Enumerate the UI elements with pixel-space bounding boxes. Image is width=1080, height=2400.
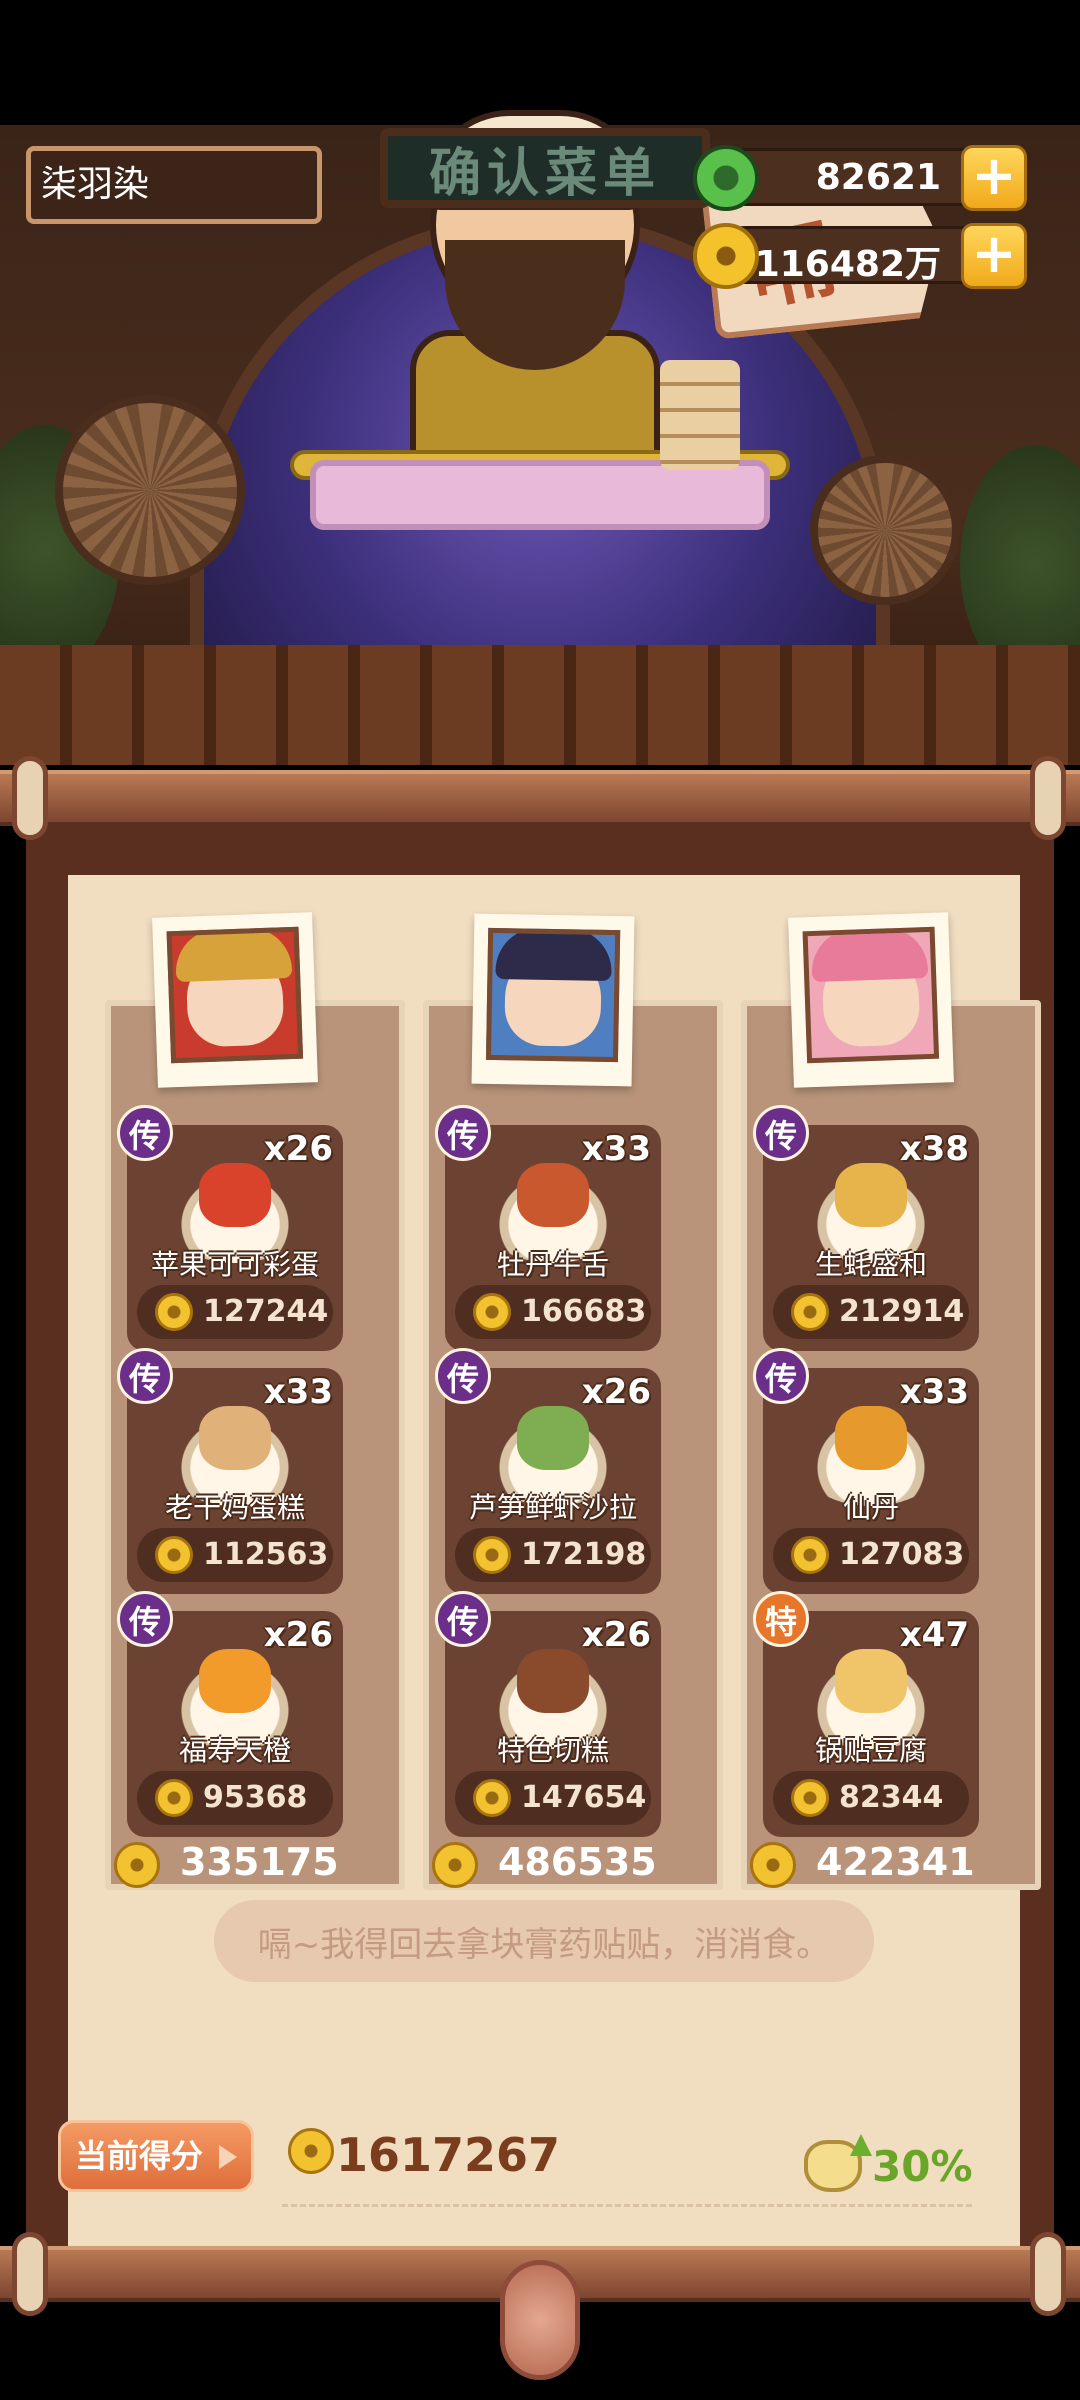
coin-icon: [473, 1779, 511, 1817]
dish-price: 172198: [521, 1537, 647, 1572]
status-bar: [0, 0, 1080, 125]
column-total-value: 422341: [816, 1840, 975, 1884]
current-score-value: 1617267: [336, 2128, 561, 2182]
coin-icon: [791, 1536, 829, 1574]
rarity-badge: 传: [117, 1591, 173, 1647]
dish-quantity: x33: [899, 1372, 969, 1412]
chef-portrait: [471, 913, 635, 1087]
column-total: 486535: [432, 1836, 692, 1892]
dish-name: 特色切糕: [496, 1734, 609, 1767]
wooden-railing: [0, 645, 1080, 765]
gold-coin-icon: [693, 223, 759, 289]
rarity-badge: 特: [753, 1591, 809, 1647]
dish-card[interactable]: 传 x26 苹果可可彩蛋 127244: [117, 1105, 343, 1351]
column-total: 422341: [750, 1836, 1010, 1892]
dining-table: [290, 450, 790, 580]
coin-icon: [791, 1779, 829, 1817]
rarity-badge: 传: [117, 1105, 173, 1161]
bonus-percent: 30%: [872, 2142, 973, 2191]
dish-card[interactable]: 传 x26 特色切糕 147654: [435, 1591, 661, 1837]
coin-icon: [432, 1842, 478, 1888]
rarity-badge: 传: [753, 1348, 809, 1404]
current-score-label: 当前得分: [58, 2120, 254, 2192]
coin-icon: [155, 1779, 193, 1817]
column-total: 335175: [114, 1836, 374, 1892]
scroll-rod-top: [0, 770, 1080, 826]
coin-icon: [750, 1842, 796, 1888]
dish-price: 166683: [521, 1294, 647, 1329]
dish-quantity: x26: [581, 1615, 651, 1655]
dish-quantity: x38: [899, 1129, 969, 1169]
scroll-knob: [12, 2232, 48, 2316]
dish-name: 锅贴豆腐: [814, 1734, 927, 1767]
coin-icon: [473, 1536, 511, 1574]
column-total-value: 486535: [498, 1840, 657, 1884]
title-plaque: 确认菜单: [380, 128, 710, 208]
dish-name: 仙丹: [842, 1491, 899, 1524]
dish-quantity: x26: [263, 1615, 333, 1655]
gold-currency: 116482万 +: [693, 223, 1027, 289]
coin-icon: [155, 1293, 193, 1331]
fan-decoration: [810, 455, 960, 605]
dish-card[interactable]: 传 x26 福寿天橙 95368: [117, 1591, 343, 1837]
coin-icon: [288, 2128, 334, 2174]
money-bag-icon: [804, 2134, 872, 2192]
fan-decoration: [55, 395, 245, 585]
dish-card[interactable]: 传 x26 芦笋鲜虾沙拉 172198: [435, 1348, 661, 1594]
column-total-value: 335175: [180, 1840, 339, 1884]
jade-currency: 82621 +: [693, 145, 1027, 211]
dish-price: 127083: [839, 1537, 965, 1572]
chef-avatar: [495, 927, 613, 1047]
dish-quantity: x47: [899, 1615, 969, 1655]
scroll-knob: [1030, 756, 1066, 840]
dish-card[interactable]: 传 x33 老干妈蛋糕 112563: [117, 1348, 343, 1594]
coin-icon: [791, 1293, 829, 1331]
dish-name: 生蚝盛和: [814, 1248, 927, 1281]
dish-price: 212914: [839, 1294, 965, 1329]
dish-card[interactable]: 传 x38 生蚝盛和 212914: [753, 1105, 979, 1351]
dish-name: 老干妈蛋糕: [164, 1491, 305, 1524]
dish-name: 牡丹牛舌: [496, 1248, 609, 1281]
rarity-badge: 传: [753, 1105, 809, 1161]
dish-name: 苹果可可彩蛋: [150, 1248, 319, 1281]
dish-quantity: x26: [263, 1129, 333, 1169]
dish-card[interactable]: 传 x33 牡丹牛舌 166683: [435, 1105, 661, 1351]
scroll-knob: [1030, 2232, 1066, 2316]
chef-portrait: [152, 912, 318, 1088]
dish-name: 福寿天橙: [178, 1734, 291, 1767]
decorative-knot: [500, 2260, 580, 2380]
jade-coin-icon: [693, 145, 759, 211]
add-gold-button[interactable]: +: [961, 223, 1027, 289]
dish-quantity: x33: [581, 1129, 651, 1169]
stacked-bowls: [660, 360, 740, 470]
dish-name: 芦笋鲜虾沙拉: [468, 1491, 637, 1524]
rarity-badge: 传: [117, 1348, 173, 1404]
dish-price: 127244: [203, 1294, 329, 1329]
add-jade-button[interactable]: +: [961, 145, 1027, 211]
page-title: 确认菜单: [428, 143, 661, 204]
chef-portrait: [788, 912, 954, 1088]
gold-amount: 116482万: [754, 244, 941, 285]
player-name: 柒羽染: [26, 146, 322, 224]
coin-icon: [114, 1842, 160, 1888]
dish-quantity: x33: [263, 1372, 333, 1412]
scroll-knob: [12, 756, 48, 840]
chef-avatar: [174, 926, 293, 1048]
dish-card[interactable]: 特 x47 锅贴豆腐 82344: [753, 1591, 979, 1837]
rarity-badge: 传: [435, 1348, 491, 1404]
chef-avatar: [810, 926, 929, 1048]
dish-price: 82344: [839, 1780, 944, 1815]
rarity-badge: 传: [435, 1105, 491, 1161]
coin-icon: [473, 1293, 511, 1331]
jade-amount: 82621: [815, 157, 941, 198]
dish-card[interactable]: 传 x33 仙丹 127083: [753, 1348, 979, 1594]
divider: [282, 2204, 972, 2207]
dish-price: 95368: [203, 1780, 308, 1815]
coin-icon: [155, 1536, 193, 1574]
dish-quantity: x26: [581, 1372, 651, 1412]
customer-remark: 嗝~我得回去拿块膏药贴贴，消消食。: [214, 1900, 874, 1982]
dish-price: 112563: [203, 1537, 329, 1572]
rarity-badge: 传: [435, 1591, 491, 1647]
dish-price: 147654: [521, 1780, 647, 1815]
